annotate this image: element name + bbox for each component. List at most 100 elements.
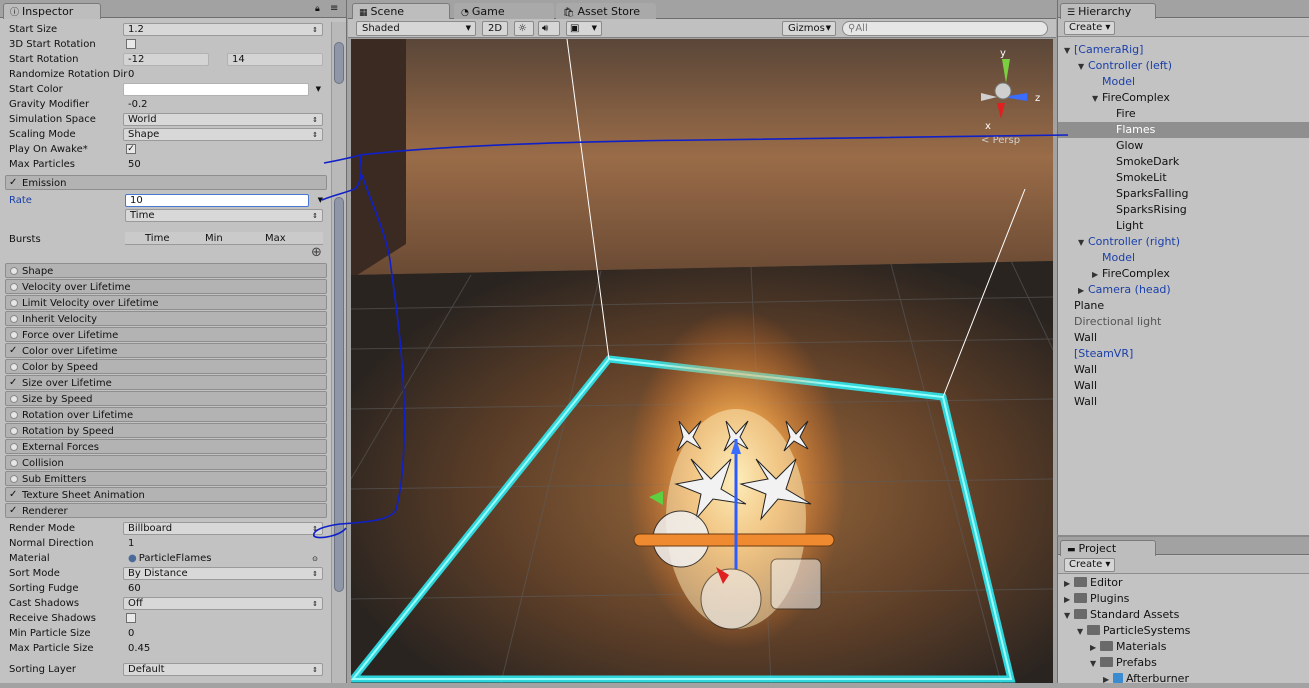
expand-arrow-icon[interactable]: ▶ — [1090, 640, 1100, 656]
checkmark-icon[interactable]: ✓ — [9, 506, 19, 516]
checkmark-icon[interactable]: ✓ — [9, 346, 19, 356]
scene-search-input[interactable]: ⚲All — [842, 21, 1048, 36]
module-header-size-by-speed[interactable]: Size by Speed — [5, 391, 327, 406]
hierarchy-item[interactable]: Wall — [1058, 362, 1309, 378]
module-header-texture-sheet-animation[interactable]: ✓ Texture Sheet Animation — [5, 487, 327, 502]
hierarchy-item[interactable]: [SteamVR] — [1058, 346, 1309, 362]
tab-hierarchy[interactable]: ☰ Hierarchy — [1060, 3, 1156, 19]
scrollbar-thumb-top[interactable] — [334, 42, 344, 84]
lighting-toggle[interactable]: ☼ — [514, 21, 534, 36]
module-header-force-over-lifetime[interactable]: Force over Lifetime — [5, 327, 327, 342]
module-toggle[interactable] — [10, 427, 18, 435]
hierarchy-item[interactable]: Light — [1058, 218, 1309, 234]
property-field[interactable]: ● ParticleFlames ⊙ — [123, 552, 323, 565]
module-header-collision[interactable]: Collision — [5, 455, 327, 470]
hierarchy-item[interactable]: Directional light — [1058, 314, 1309, 330]
module-emission-header[interactable]: ✓ Emission — [5, 175, 327, 190]
module-toggle[interactable] — [10, 299, 18, 307]
module-toggle[interactable] — [10, 475, 18, 483]
expand-arrow-icon[interactable]: ▶ — [1078, 283, 1088, 299]
lock-icon[interactable]: 🔒︎ — [315, 4, 320, 14]
audio-toggle[interactable]: 🔊︎ — [538, 21, 560, 36]
project-item[interactable]: ▼ Prefabs — [1058, 655, 1309, 671]
hierarchy-item[interactable]: Wall — [1058, 394, 1309, 410]
dropdown-arrow-icon[interactable]: ▼ — [318, 193, 323, 208]
object-picker-icon[interactable]: ⊙ — [312, 553, 318, 565]
module-toggle[interactable] — [10, 315, 18, 323]
expand-arrow-icon[interactable]: ▼ — [1064, 608, 1074, 624]
project-item[interactable]: ▼ ParticleSystems — [1058, 623, 1309, 639]
2d-toggle[interactable]: 2D — [482, 21, 509, 36]
expand-arrow-icon[interactable]: ▶ — [1064, 576, 1074, 592]
project-item[interactable]: ▼ Standard Assets — [1058, 607, 1309, 623]
module-header-velocity-over-lifetime[interactable]: Velocity over Lifetime — [5, 279, 327, 294]
property-field[interactable]: 1.2 ⇕ — [123, 23, 323, 36]
module-header-rotation-over-lifetime[interactable]: Rotation over Lifetime — [5, 407, 327, 422]
project-item[interactable]: ▶ Afterburner — [1058, 671, 1309, 687]
hierarchy-item[interactable]: ▼ Controller (right) — [1058, 234, 1309, 250]
effects-dropdown[interactable]: ▣ ▼ — [566, 21, 602, 36]
checkmark-icon[interactable]: ✓ — [9, 490, 19, 500]
color-field[interactable] — [123, 83, 309, 96]
checkmark-icon[interactable]: ✓ — [9, 378, 19, 388]
module-toggle[interactable] — [10, 443, 18, 451]
hierarchy-item[interactable]: ▶ FireComplex — [1058, 266, 1309, 282]
tab-game[interactable]: ◔ Game — [454, 3, 554, 19]
dropdown-arrow-icon[interactable]: ▼ — [316, 82, 321, 97]
module-toggle[interactable] — [10, 267, 18, 275]
hierarchy-item[interactable]: ▼ FireComplex — [1058, 90, 1309, 106]
project-create-button[interactable]: Create ▾ — [1064, 558, 1116, 572]
property-field[interactable]: Default ⇕ — [123, 663, 323, 676]
tab-inspector[interactable]: ⓘ Inspector — [3, 3, 101, 19]
tab-asset-store[interactable]: 🛍︎ Asset Store — [556, 3, 656, 19]
property-field[interactable]: 0.45 — [123, 642, 323, 655]
module-toggle[interactable] — [10, 283, 18, 291]
hierarchy-item[interactable]: SmokeLit — [1058, 170, 1309, 186]
rate-mode-dropdown[interactable]: Time ⇕ — [125, 209, 323, 222]
hierarchy-item[interactable]: SparksFalling — [1058, 186, 1309, 202]
property-field[interactable]: 50 — [123, 158, 323, 171]
module-header-external-forces[interactable]: External Forces — [5, 439, 327, 454]
module-header-renderer[interactable]: ✓ Renderer — [5, 503, 327, 518]
expand-arrow-icon[interactable]: ▼ — [1077, 624, 1087, 640]
expand-arrow-icon[interactable]: ▼ — [1078, 59, 1088, 75]
module-header-shape[interactable]: Shape — [5, 263, 327, 278]
module-header-sub-emitters[interactable]: Sub Emitters — [5, 471, 327, 486]
module-toggle[interactable] — [10, 395, 18, 403]
property-checkbox[interactable] — [126, 39, 136, 49]
module-toggle[interactable] — [10, 411, 18, 419]
add-burst-button[interactable]: ⊕ — [311, 245, 322, 260]
hierarchy-item[interactable]: Glow — [1058, 138, 1309, 154]
tab-scene[interactable]: ▦ Scene — [352, 3, 450, 19]
property-field[interactable]: -0.2 — [123, 98, 323, 111]
hierarchy-item[interactable]: ▶ Camera (head) — [1058, 282, 1309, 298]
module-header-color-over-lifetime[interactable]: ✓ Color over Lifetime — [5, 343, 327, 358]
shading-dropdown[interactable]: Shaded ▼ — [356, 21, 476, 36]
hierarchy-item[interactable]: ▼ Controller (left) — [1058, 58, 1309, 74]
property-field[interactable]: Shape ⇕ — [123, 128, 323, 141]
hierarchy-item[interactable]: ▼ [CameraRig] — [1058, 42, 1309, 58]
property-field[interactable]: 1 — [123, 537, 323, 550]
tab-project[interactable]: ▬ Project — [1060, 540, 1156, 556]
property-field[interactable]: Off ⇕ — [123, 597, 323, 610]
expand-arrow-icon[interactable]: ▶ — [1103, 672, 1113, 688]
property-field[interactable]: 60 — [123, 582, 323, 595]
hierarchy-item[interactable]: Flames — [1058, 122, 1309, 138]
move-handle-x[interactable] — [633, 533, 835, 547]
expand-arrow-icon[interactable]: ▶ — [1092, 267, 1102, 283]
checkmark-icon[interactable]: ✓ — [9, 178, 19, 188]
module-header-color-by-speed[interactable]: Color by Speed — [5, 359, 327, 374]
expand-arrow-icon[interactable]: ▶ — [1064, 592, 1074, 608]
property-field-max[interactable]: 14 — [227, 53, 323, 66]
expand-arrow-icon[interactable]: ▼ — [1078, 235, 1088, 251]
project-item[interactable]: ▶ Editor — [1058, 575, 1309, 591]
property-field[interactable]: By Distance ⇕ — [123, 567, 323, 580]
menu-icon[interactable]: ≡ — [330, 3, 338, 14]
module-header-limit-velocity-over-lifetime[interactable]: Limit Velocity over Lifetime — [5, 295, 327, 310]
project-item[interactable]: ▶ Materials — [1058, 639, 1309, 655]
hierarchy-item[interactable]: Wall — [1058, 378, 1309, 394]
property-checkbox[interactable] — [126, 613, 136, 623]
gizmos-dropdown[interactable]: Gizmos ▼ — [782, 21, 836, 36]
hierarchy-item[interactable]: SparksRising — [1058, 202, 1309, 218]
expand-arrow-icon[interactable]: ▼ — [1090, 656, 1100, 672]
